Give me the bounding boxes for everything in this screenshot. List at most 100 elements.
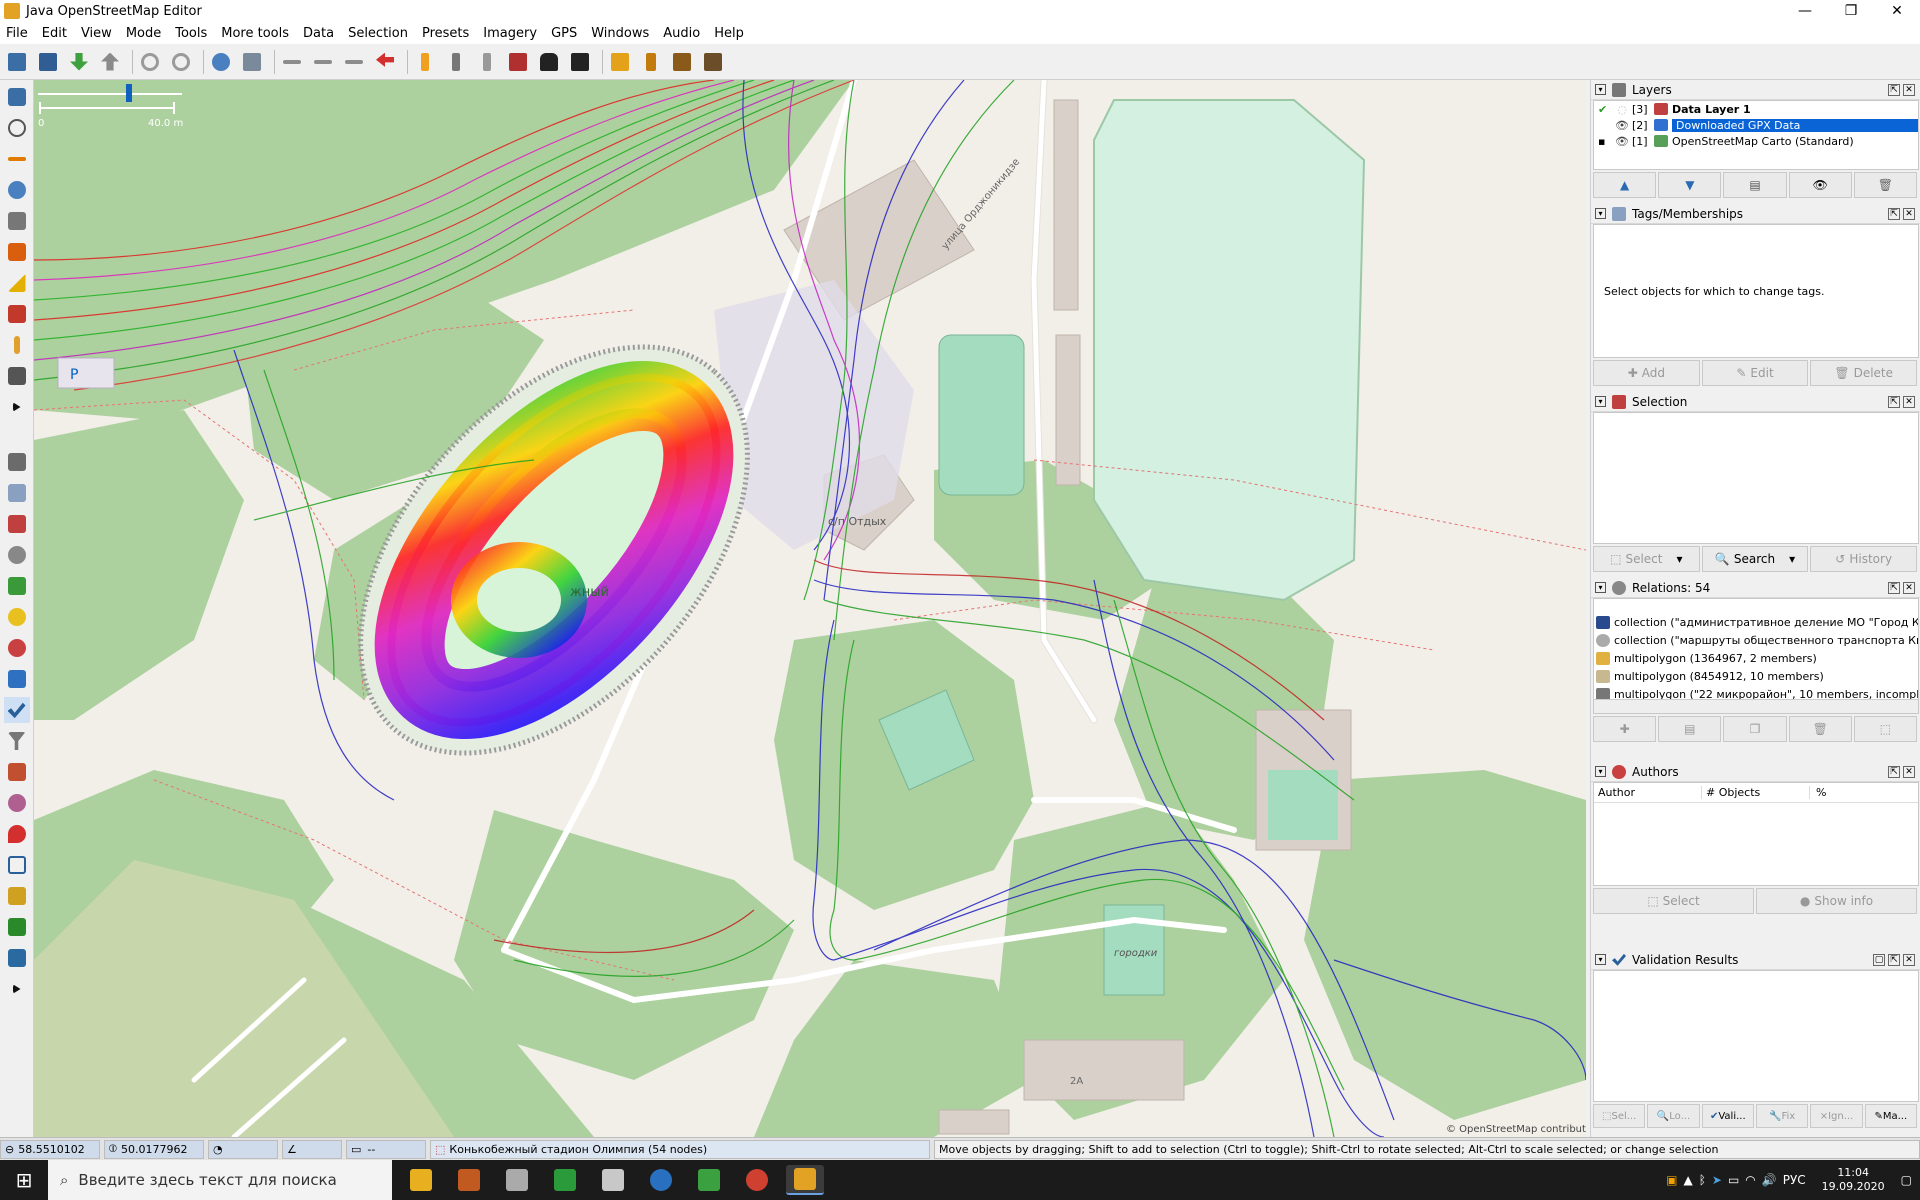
collapse-toggle[interactable]: ▾ bbox=[1595, 396, 1606, 407]
relation-item[interactable]: multipolygon (1364967, 2 members) bbox=[1594, 649, 1918, 667]
close-dialog-button[interactable]: ✕ bbox=[1903, 207, 1915, 220]
conflict-toggle[interactable] bbox=[4, 604, 30, 630]
attribution[interactable]: © OpenStreetMap contributors bbox=[1446, 1124, 1586, 1135]
delete-relation-button[interactable]: 🗑 bbox=[1788, 716, 1852, 742]
building-tool[interactable] bbox=[4, 363, 30, 389]
menu-more-tools[interactable]: More tools bbox=[221, 26, 289, 41]
undock-button[interactable]: ⇱ bbox=[1888, 581, 1900, 594]
changeset-toggle[interactable] bbox=[4, 759, 30, 785]
activate-button[interactable]: ▤ bbox=[1723, 172, 1787, 198]
extrude-tool[interactable] bbox=[4, 301, 30, 327]
map-toggle[interactable] bbox=[4, 573, 30, 599]
maximize-button[interactable]: ❐ bbox=[1828, 3, 1874, 19]
command-stack-toggle[interactable] bbox=[4, 666, 30, 692]
collapse-toggle[interactable]: ▾ bbox=[1595, 954, 1606, 965]
zoom-tool[interactable] bbox=[4, 177, 30, 203]
menu-gps[interactable]: GPS bbox=[551, 26, 577, 41]
select-relation-button[interactable]: ⬚ bbox=[1853, 716, 1918, 742]
redo-button[interactable] bbox=[168, 49, 194, 75]
start-button[interactable]: ⊞ bbox=[0, 1160, 48, 1200]
menu-presets[interactable]: Presets bbox=[422, 26, 469, 41]
relations-header[interactable]: ▾ Relations: 54 ⇱ ✕ bbox=[1591, 578, 1920, 598]
duplicate-relation-button[interactable]: ❐ bbox=[1723, 716, 1787, 742]
taskbar-chrome[interactable] bbox=[738, 1165, 776, 1195]
more-dialogs-expander[interactable] bbox=[4, 976, 30, 1002]
menu-mode[interactable]: Mode bbox=[126, 26, 161, 41]
fix-button[interactable]: 🔧 Fix bbox=[1755, 1104, 1809, 1128]
new-relation-button[interactable]: ✚ bbox=[1593, 716, 1657, 742]
close-dialog-button[interactable]: ✕ bbox=[1903, 581, 1915, 594]
undock-button[interactable]: ⇱ bbox=[1888, 83, 1900, 96]
delete-tool[interactable] bbox=[4, 208, 30, 234]
layers-toggle[interactable] bbox=[4, 449, 30, 475]
map-view[interactable]: P с/п Отдых городки 2A улица Орджоникидз… bbox=[34, 80, 1586, 1137]
col-percent[interactable]: % bbox=[1810, 786, 1826, 799]
save-button[interactable] bbox=[35, 49, 61, 75]
minimize-button[interactable]: — bbox=[1782, 3, 1828, 19]
nav-toggle[interactable] bbox=[4, 914, 30, 940]
parallel-tool[interactable] bbox=[4, 270, 30, 296]
preset-info-button[interactable] bbox=[607, 49, 633, 75]
close-dialog-button[interactable]: ✕ bbox=[1903, 765, 1915, 778]
menu-data[interactable]: Data bbox=[303, 26, 334, 41]
preset-food-button[interactable] bbox=[638, 49, 664, 75]
validation-header[interactable]: ▾ Validation Results ▢ ⇱ ✕ bbox=[1591, 950, 1920, 970]
reverse-way-button[interactable] bbox=[341, 49, 367, 75]
layer-row[interactable]: ✔ ◌ [3] Data Layer 1 bbox=[1594, 101, 1918, 117]
tools-toggle[interactable] bbox=[4, 883, 30, 909]
tags-header[interactable]: ▾ Tags/Memberships ⇱ ✕ bbox=[1591, 204, 1920, 224]
volume-icon[interactable]: 🔊 bbox=[1762, 1173, 1777, 1187]
split-way-button[interactable] bbox=[279, 49, 305, 75]
validation-toggle[interactable] bbox=[3, 697, 30, 723]
selection-header[interactable]: ▾ Selection ⇱ ✕ bbox=[1591, 392, 1920, 412]
wifi-icon[interactable]: ◠ bbox=[1745, 1173, 1755, 1187]
validation-select-button[interactable]: ⬚ Sel... bbox=[1593, 1104, 1646, 1128]
pencil-tool[interactable] bbox=[4, 332, 30, 358]
taskbar-app-6[interactable] bbox=[642, 1165, 680, 1195]
relation-item[interactable]: collection ("административное деление МО… bbox=[1594, 613, 1918, 631]
clock[interactable]: 11:04 19.09.2020 bbox=[1822, 1166, 1885, 1194]
telegram-icon[interactable]: ➤ bbox=[1712, 1173, 1722, 1187]
authors-header[interactable]: ▾ Authors ⇱ ✕ bbox=[1591, 762, 1920, 782]
validation-tree[interactable] bbox=[1593, 970, 1919, 1102]
layers-header[interactable]: ▾ Layers ⇱ ✕ bbox=[1591, 80, 1920, 100]
undock-button[interactable]: ⇱ bbox=[1888, 953, 1900, 966]
notes-toggle[interactable] bbox=[4, 821, 30, 847]
tray-up-icon[interactable]: ▲ bbox=[1683, 1173, 1692, 1187]
undock-button[interactable]: ⇱ bbox=[1888, 207, 1900, 220]
edit-relation-button[interactable]: ▤ bbox=[1658, 716, 1722, 742]
collapse-toggle[interactable]: ▾ bbox=[1595, 208, 1606, 219]
delete-tag-button[interactable]: 🗑 Delete bbox=[1810, 360, 1918, 386]
open-button[interactable] bbox=[4, 49, 30, 75]
layer-row[interactable]: ▪ 👁 [1] OpenStreetMap Carto (Standard) bbox=[1594, 133, 1918, 149]
dropdown-arrow-icon[interactable]: ▾ bbox=[1789, 552, 1795, 566]
menu-audio[interactable]: Audio bbox=[663, 26, 700, 41]
history-button[interactable]: ↺ History bbox=[1810, 546, 1918, 572]
zoom-slider-thumb[interactable] bbox=[126, 84, 132, 102]
close-dialog-button[interactable]: ✕ bbox=[1903, 83, 1915, 96]
select-author-button[interactable]: ⬚ Select bbox=[1593, 888, 1754, 914]
taskbar-explorer[interactable] bbox=[402, 1165, 440, 1195]
filter-toggle[interactable] bbox=[4, 728, 30, 754]
col-author[interactable]: Author bbox=[1594, 786, 1702, 799]
taskbar-app-2[interactable] bbox=[450, 1165, 488, 1195]
menu-windows[interactable]: Windows bbox=[591, 26, 649, 41]
download-button[interactable] bbox=[66, 49, 92, 75]
layer-row-selected[interactable]: 👁 [2] Downloaded GPX Data bbox=[1594, 117, 1918, 133]
preferences-button[interactable] bbox=[239, 49, 265, 75]
preset-bus-button[interactable] bbox=[567, 49, 593, 75]
taskbar-app-3[interactable] bbox=[498, 1165, 536, 1195]
preset-castle-button[interactable] bbox=[669, 49, 695, 75]
close-button[interactable]: ✕ bbox=[1874, 3, 1920, 19]
delete-layer-button[interactable]: 🗑 bbox=[1853, 172, 1918, 198]
select-button[interactable]: ⬚ Select ▾ bbox=[1593, 546, 1700, 572]
lasso-tool[interactable] bbox=[4, 115, 30, 141]
preset-highway-button[interactable] bbox=[412, 49, 438, 75]
relations-scrollbar[interactable] bbox=[1594, 699, 1918, 713]
add-tag-button[interactable]: ✚ Add bbox=[1593, 360, 1700, 386]
col-objects[interactable]: # Objects bbox=[1702, 786, 1810, 799]
visibility-eye-icon[interactable]: 👁 bbox=[1612, 135, 1632, 148]
network-icon[interactable]: ▭ bbox=[1728, 1173, 1739, 1187]
relation-toggle[interactable] bbox=[4, 852, 30, 878]
relation-item[interactable]: collection ("маршруты общественного тран… bbox=[1594, 631, 1918, 649]
